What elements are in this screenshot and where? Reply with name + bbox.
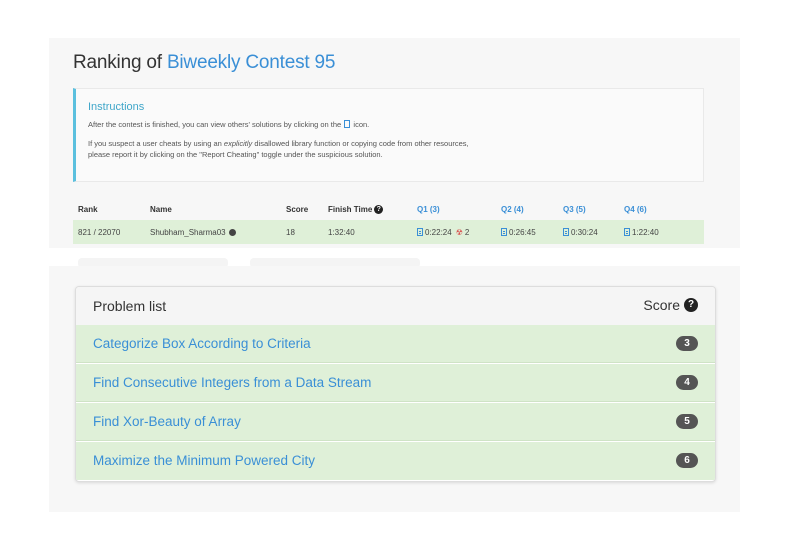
row-q3[interactable]: 0:30:24: [563, 220, 598, 244]
list-item[interactable]: Maximize the Minimum Powered City 6: [76, 442, 715, 480]
header-finish-time: Finish Time ?: [328, 200, 384, 218]
row-q4[interactable]: 1:22:40: [624, 220, 659, 244]
header-name: Name: [150, 204, 172, 214]
title-prefix: Ranking of: [73, 52, 162, 73]
instructions-line-3: please report it by clicking on the "Rep…: [88, 150, 383, 159]
problem-link[interactable]: Categorize Box According to Criteria: [93, 336, 311, 351]
header-score: Score: [286, 204, 309, 214]
instructions-emphasis: explicitly: [223, 139, 253, 148]
solution-file-icon[interactable]: [563, 228, 569, 236]
solution-file-icon[interactable]: [417, 228, 423, 236]
score-header-label: Score: [643, 297, 680, 313]
list-item[interactable]: Categorize Box According to Criteria 3: [76, 325, 715, 363]
list-item[interactable]: Find Xor-Beauty of Array 5: [76, 403, 715, 441]
solution-file-icon: [344, 120, 351, 128]
instructions-box: Instructions After the contest is finish…: [73, 88, 704, 182]
problem-list-card: Problem list Score ? Categorize Box Acco…: [75, 286, 716, 482]
solution-file-icon[interactable]: [501, 228, 507, 236]
problem-link[interactable]: Find Xor-Beauty of Array: [93, 414, 241, 429]
problem-list-header: Problem list Score ?: [76, 287, 715, 326]
table-row: 821 / 22070 Shubham_Sharma03 18 1:32:40 …: [73, 220, 704, 244]
question-circle-icon[interactable]: ?: [684, 298, 698, 312]
list-item[interactable]: Find Consecutive Integers from a Data St…: [76, 364, 715, 402]
user-avatar-icon: [228, 228, 236, 236]
contest-name-link[interactable]: Biweekly Contest 95: [167, 52, 336, 73]
row-rank: 821 / 22070: [78, 227, 121, 237]
question-circle-icon[interactable]: ?: [374, 204, 384, 214]
header-q4[interactable]: Q4 (6): [624, 200, 647, 218]
row-q1[interactable]: 0:22:24 ☢ 2: [417, 220, 469, 244]
score-badge: 3: [676, 336, 698, 351]
score-header: Score ?: [643, 297, 698, 313]
row-name[interactable]: Shubham_Sharma03: [150, 220, 236, 244]
header-rank: Rank: [78, 204, 98, 214]
problem-link[interactable]: Find Consecutive Integers from a Data St…: [93, 375, 371, 390]
header-q1[interactable]: Q1 (3): [417, 200, 440, 218]
row-q4-time: 1:22:40: [632, 227, 659, 237]
instructions-line-1: After the contest is finished, you can v…: [88, 119, 703, 130]
row-q1-time: 0:22:24: [425, 227, 452, 237]
row-score: 18: [286, 227, 295, 237]
ranking-panel: Ranking of Biweekly Contest 95 Instructi…: [49, 38, 740, 248]
row-q2[interactable]: 0:26:45: [501, 220, 536, 244]
row-finish-time: 1:32:40: [328, 227, 355, 237]
header-finish-time-label: Finish Time: [328, 204, 373, 214]
problem-panel: Problem list Score ? Categorize Box Acco…: [49, 266, 740, 512]
header-q2[interactable]: Q2 (4): [501, 200, 524, 218]
problem-list-title: Problem list: [93, 298, 167, 314]
instructions-line-2-end: disallowed library function or copying c…: [254, 139, 469, 148]
instructions-line-1-end: icon.: [353, 120, 370, 129]
row-q3-time: 0:30:24: [571, 227, 598, 237]
score-badge: 4: [676, 375, 698, 390]
score-badge: 6: [676, 453, 698, 468]
instructions-line-2: If you suspect a user cheats by using an…: [88, 138, 703, 160]
row-q1-penalty: 2: [464, 227, 470, 237]
problem-link[interactable]: Maximize the Minimum Powered City: [93, 453, 315, 468]
solution-file-icon[interactable]: [624, 228, 630, 236]
header-q3[interactable]: Q3 (5): [563, 200, 586, 218]
instructions-heading: Instructions: [88, 101, 145, 113]
row-username[interactable]: Shubham_Sharma03: [150, 228, 226, 237]
row-q2-time: 0:26:45: [509, 227, 536, 237]
page-title: Ranking of Biweekly Contest 95: [73, 52, 335, 74]
ranking-table-header: Rank Name Score Finish Time ? Q1 (3) Q2 …: [73, 200, 704, 218]
instructions-line-1-start: After the contest is finished, you can v…: [88, 120, 342, 129]
bug-icon: ☢: [455, 227, 463, 237]
instructions-line-2-start: If you suspect a user cheats by using an: [88, 139, 222, 148]
score-badge: 5: [676, 414, 698, 429]
